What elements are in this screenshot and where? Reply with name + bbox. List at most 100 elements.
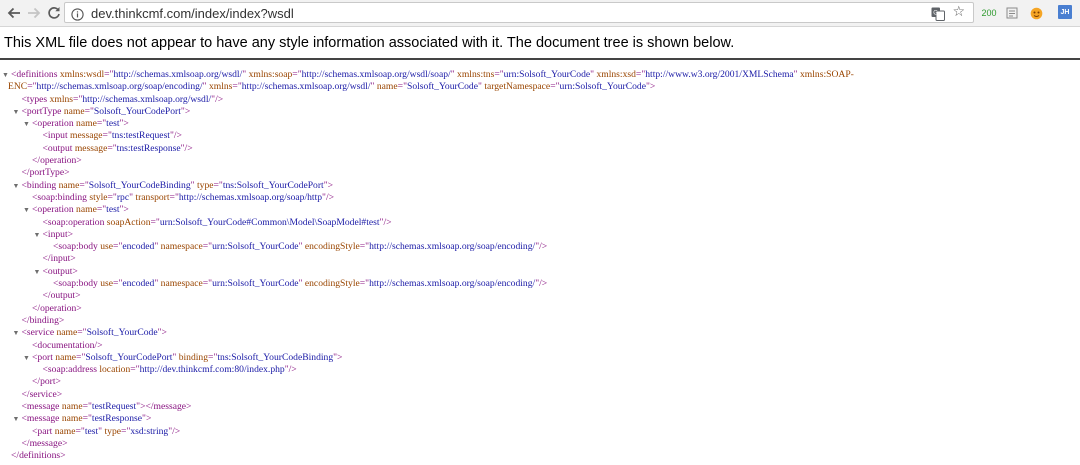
collapse-toggle-icon[interactable]: ▼	[22, 352, 31, 364]
xml-style-notice: This XML file does not appear to have an…	[0, 27, 1080, 60]
xml-attribute-name: xmlns:wsdl	[59, 69, 105, 80]
xml-tag-text: <service	[21, 327, 57, 339]
xml-tag-text: <soap:address	[42, 364, 100, 376]
xml-tag-text: <operation	[32, 204, 77, 216]
xml-tag-text: ="	[75, 425, 85, 437]
xml-attribute-name: name	[61, 413, 83, 425]
xml-attribute-value: http://schemas.xmlsoap.org/soap/http	[178, 191, 323, 203]
xml-tag-text: ="	[292, 69, 302, 80]
xml-tag-text: <documentation/>	[32, 339, 103, 351]
xml-tag-text: ="	[73, 93, 83, 105]
xml-attribute-name: xmlns:xsd	[596, 69, 636, 80]
xml-tag-text: "/>	[284, 364, 297, 376]
collapse-toggle-icon[interactable]: ▼	[12, 413, 21, 425]
xml-line-content: <port name="Solsoft_YourCodePort" bindin…	[32, 352, 342, 364]
bookmark-star-icon[interactable]: ☆	[952, 4, 965, 20]
xml-attribute-name: name	[376, 81, 398, 93]
xml-line: <input message="tns:testRequest"/>	[0, 130, 1080, 142]
extension-counter-badge[interactable]: 200	[980, 5, 998, 21]
xml-tag-text: ="	[359, 241, 370, 253]
xml-attribute-value: http://schemas.xmlsoap.org/soap/encoding…	[36, 81, 203, 93]
xml-tag-text: <message	[21, 413, 62, 425]
xml-attribute-name: ENC	[8, 81, 28, 93]
extension-puzzle-icon[interactable]	[1026, 5, 1046, 21]
xml-attribute-name: soapAction	[106, 216, 151, 228]
xml-line: </binding>	[0, 315, 1080, 327]
xml-tag-text: <operation	[32, 118, 77, 130]
xml-line-content: <binding name="Solsoft_YourCodeBinding" …	[22, 180, 334, 192]
xml-tag-text: <portType	[21, 105, 64, 117]
collapse-toggle-icon[interactable]: ▼	[12, 106, 21, 118]
xml-tag-text: ="	[82, 401, 92, 413]
extension-page-icon[interactable]	[1004, 5, 1020, 21]
xml-attribute-name: name	[58, 179, 80, 191]
xml-line-content: <operation name="test">	[32, 204, 129, 216]
xml-line-content: <input message="tns:testRequest"/>	[43, 130, 182, 142]
xml-line-content: <types xmlns="http://schemas.xmlsoap.org…	[22, 94, 224, 106]
collapse-toggle-icon[interactable]: ▼	[33, 266, 42, 278]
xml-line: ▼ <input>	[0, 229, 1080, 241]
svg-text:G: G	[933, 11, 938, 17]
xml-attribute-value: urn:Solsoft_YourCode	[503, 69, 591, 80]
url-text[interactable]: dev.thinkcmf.com/index/index?wsdl	[91, 6, 294, 21]
xml-line-content: <message name="testRequest"></message>	[22, 401, 192, 413]
xml-tag-text: ">	[645, 81, 656, 93]
collapse-toggle-icon[interactable]: ▼	[22, 118, 31, 130]
address-bar[interactable]: dev.thinkcmf.com/index/index?wsdl G ☆	[64, 2, 974, 23]
xml-line-content: <soap:body use="encoded" namespace="urn:…	[53, 241, 547, 253]
xml-line: </port>	[0, 376, 1080, 388]
xml-line: <part name="test" type="xsd:string"/>	[0, 426, 1080, 438]
xml-attribute-value: testRequest	[91, 401, 137, 413]
xml-attribute-value: urn:Solsoft_YourCode	[559, 81, 646, 93]
collapse-toggle-icon[interactable]: ▼	[1, 69, 10, 81]
xml-line: </input>	[0, 253, 1080, 265]
xml-attribute-value: encoded	[122, 278, 155, 290]
xml-attribute-value: Solsoft_YourCodeBinding	[88, 179, 191, 191]
xml-attribute-value: http://www.w3.org/2001/XMLSchema	[645, 69, 794, 80]
xml-tag-text: <input>	[42, 228, 74, 240]
collapse-toggle-icon[interactable]: ▼	[22, 204, 31, 216]
xml-tag-text: ="	[550, 81, 560, 93]
xml-tag-text: <message	[21, 401, 62, 413]
xml-line: </definitions>	[0, 450, 1080, 462]
collapse-toggle-icon[interactable]: ▼	[33, 229, 42, 241]
xml-attribute-name: transport	[135, 191, 170, 203]
xml-attribute-name: targetNamespace	[484, 81, 551, 93]
xml-tag-text: ">	[119, 118, 129, 130]
xml-attribute-name: name	[54, 425, 76, 437]
xml-line-content: ENC =" http://schemas.xmlsoap.org/soap/enc…	[8, 81, 655, 93]
xml-line-content: <service name="Solsoft_YourCode">	[22, 327, 167, 339]
xml-tag-text: </port>	[32, 376, 61, 388]
xml-attribute-value: http://schemas.xmlsoap.org/wsdl/soap/	[301, 69, 451, 80]
xml-attribute-value: urn:Solsoft_YourCode	[212, 278, 299, 290]
forward-arrow-icon[interactable]	[24, 3, 44, 23]
xml-line-content: <definitions xmlns:wsdl="http://schemas.…	[11, 69, 854, 81]
xml-attribute-name: name	[61, 401, 83, 413]
xml-line-content: <soap:address location="http://dev.think…	[43, 364, 297, 376]
xml-line: <soap:binding style="rpc" transport="htt…	[0, 192, 1080, 204]
xml-tag-text: ="	[113, 241, 123, 253]
xml-attribute-value: Solsoft_YourCode	[86, 327, 158, 339]
xml-tag-text: ="	[202, 241, 213, 253]
xml-line: ▼ <definitions xmlns:wsdl="http://schemas…	[0, 69, 1080, 81]
xml-line-content: </operation>	[32, 303, 82, 315]
translate-icon[interactable]: G	[931, 6, 945, 25]
info-icon[interactable]	[71, 6, 84, 25]
back-arrow-icon[interactable]	[4, 3, 24, 23]
xml-tag-text: </definitions>	[11, 450, 66, 462]
xml-line-content: </output>	[43, 290, 81, 302]
reload-icon[interactable]	[44, 3, 64, 23]
collapse-toggle-icon[interactable]: ▼	[12, 327, 21, 339]
xml-attribute-name: name	[76, 118, 97, 130]
xml-tag-text: ="	[76, 351, 86, 363]
xml-line: </service>	[0, 389, 1080, 401]
collapse-toggle-icon[interactable]: ▼	[12, 180, 21, 192]
profile-avatar[interactable]: JH	[1058, 5, 1072, 19]
xml-line-content: <message name="testResponse">	[22, 413, 152, 425]
xml-tag-text: ="	[150, 216, 160, 228]
xml-tag-text: "/>	[322, 191, 335, 203]
xml-attribute-value: encoded	[122, 241, 155, 253]
xml-tag-text: ="	[359, 278, 370, 290]
xml-attribute-name: location	[99, 364, 131, 376]
xml-line: ▼ <portType name="Solsoft_YourCodePort">	[0, 106, 1080, 118]
